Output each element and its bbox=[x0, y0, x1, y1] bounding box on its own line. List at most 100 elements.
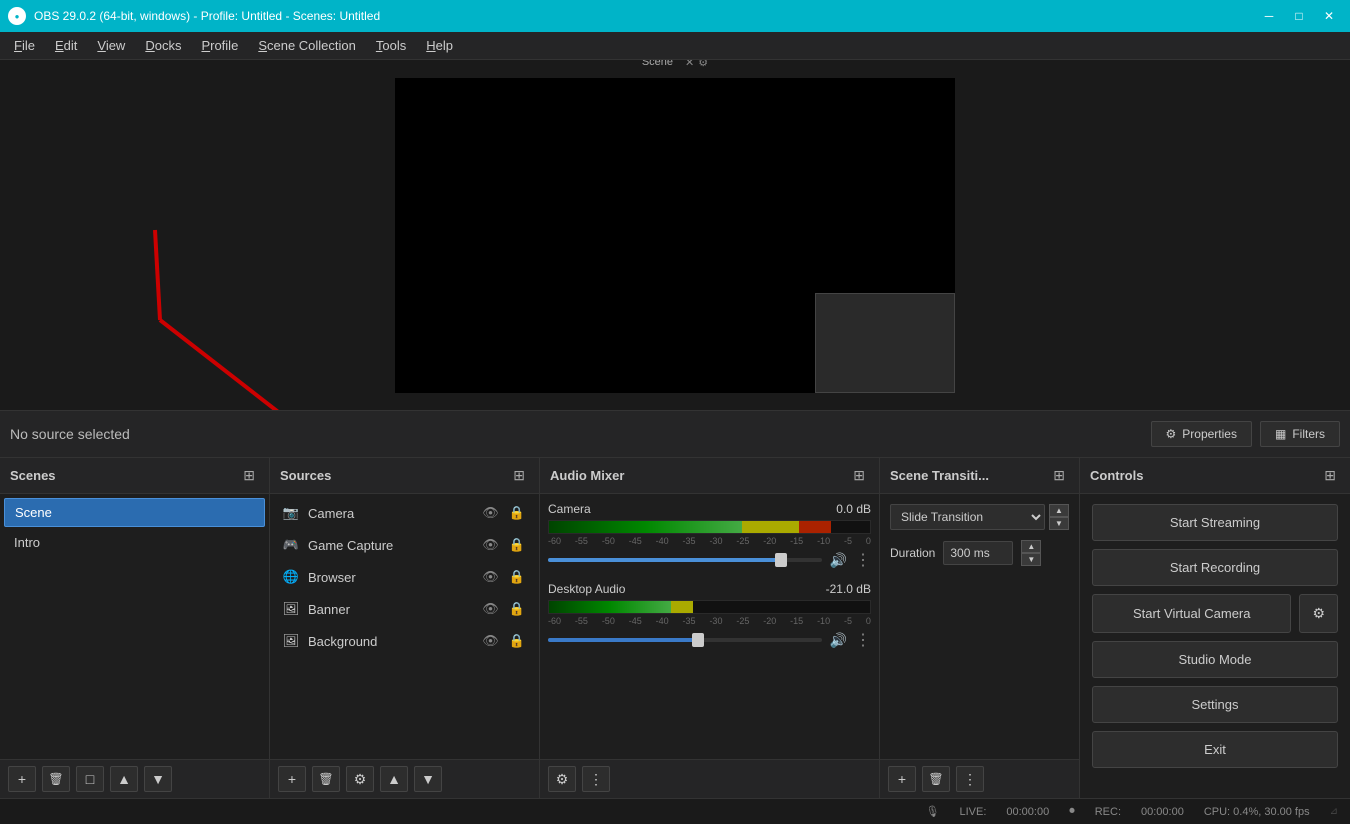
source-item-camera[interactable]: 📷 Camera 👁 🔒 bbox=[274, 498, 535, 528]
fader-thumb-desktop[interactable] bbox=[692, 633, 704, 647]
meter-yellow-camera bbox=[742, 521, 800, 533]
scenes-remove-btn[interactable]: 🗑 bbox=[42, 766, 70, 792]
audio-list: Camera 0.0 dB -60-55-50 -45-40-35 -30-25… bbox=[540, 494, 879, 759]
menu-view[interactable]: View bbox=[87, 34, 135, 57]
browser-visibility-btn[interactable]: 👁 bbox=[480, 568, 501, 586]
source-item-game-capture[interactable]: 🎮 Game Capture 👁 🔒 bbox=[274, 530, 535, 560]
source-controls-game-capture: 👁 🔒 bbox=[480, 536, 527, 554]
source-controls-banner: 👁 🔒 bbox=[480, 600, 527, 618]
filters-button[interactable]: ▦ Filters bbox=[1260, 421, 1340, 447]
menu-scene-collection[interactable]: Scene Collection bbox=[248, 34, 366, 57]
preview-close-btn[interactable]: ✕ bbox=[685, 60, 694, 69]
transitions-add-btn[interactable]: + bbox=[888, 766, 916, 792]
preview-settings-btn[interactable]: ⚙ bbox=[698, 60, 708, 69]
audio-fader-desktop[interactable] bbox=[548, 638, 822, 642]
sources-up-btn[interactable]: ▲ bbox=[380, 766, 408, 792]
fader-fill-desktop bbox=[548, 638, 698, 642]
source-item-background[interactable]: 🖼 Background 👁 🔒 bbox=[274, 626, 535, 656]
menu-tools[interactable]: Tools bbox=[366, 34, 416, 57]
background-visibility-btn[interactable]: 👁 bbox=[480, 632, 501, 650]
controls-panel-icon-btn[interactable]: ⊞ bbox=[1320, 465, 1340, 486]
audio-panel: Audio Mixer ⊞ Camera 0.0 dB bbox=[540, 458, 880, 798]
scene-item-intro[interactable]: Intro bbox=[4, 529, 265, 556]
camera-visibility-btn[interactable]: 👁 bbox=[480, 504, 501, 522]
source-item-browser[interactable]: 🌐 Browser 👁 🔒 bbox=[274, 562, 535, 592]
transitions-remove-btn[interactable]: 🗑 bbox=[922, 766, 950, 792]
studio-mode-button[interactable]: Studio Mode bbox=[1092, 641, 1338, 678]
sources-remove-btn[interactable]: 🗑 bbox=[312, 766, 340, 792]
properties-button[interactable]: ⚙ Properties bbox=[1151, 421, 1252, 447]
audio-panel-icon-btn[interactable]: ⊞ bbox=[849, 465, 869, 486]
audio-track-desktop: Desktop Audio -21.0 dB -60-55-50 -45-40-… bbox=[548, 582, 871, 650]
start-streaming-button[interactable]: Start Streaming bbox=[1092, 504, 1338, 541]
transition-spinner-down[interactable]: ▼ bbox=[1049, 517, 1069, 530]
menu-file[interactable]: File bbox=[4, 34, 45, 57]
fader-thumb-camera[interactable] bbox=[775, 553, 787, 567]
duration-spinner: ▲ ▼ bbox=[1021, 540, 1041, 566]
game-capture-visibility-btn[interactable]: 👁 bbox=[480, 536, 501, 554]
source-name-game-capture: Game Capture bbox=[308, 538, 472, 553]
transitions-panel-footer: + 🗑 ⋮ bbox=[880, 759, 1079, 798]
scenes-panel-icon-btn[interactable]: ⊞ bbox=[239, 465, 259, 486]
controls-panel-title: Controls bbox=[1090, 468, 1143, 483]
sources-down-btn[interactable]: ▼ bbox=[414, 766, 442, 792]
transition-spinner-up[interactable]: ▲ bbox=[1049, 504, 1069, 517]
duration-input[interactable] bbox=[943, 541, 1013, 565]
sources-settings-btn[interactable]: ⚙ bbox=[346, 766, 374, 792]
resize-grip: ⊿ bbox=[1330, 806, 1338, 817]
audio-settings-btn[interactable]: ⚙ bbox=[548, 766, 576, 792]
audio-track-camera-header: Camera 0.0 dB bbox=[548, 502, 871, 516]
obs-logo-text: ● bbox=[15, 12, 20, 21]
sources-panel-icon-btn[interactable]: ⊞ bbox=[509, 465, 529, 486]
scenes-duplicate-btn[interactable]: □ bbox=[76, 766, 104, 792]
audio-panel-title: Audio Mixer bbox=[550, 468, 624, 483]
maximize-button[interactable]: □ bbox=[1286, 6, 1312, 26]
scene-item-scene[interactable]: Scene bbox=[4, 498, 265, 527]
audio-more-options-btn[interactable]: ⋮ bbox=[582, 766, 610, 792]
banner-visibility-btn[interactable]: 👁 bbox=[480, 600, 501, 618]
duration-spinner-up[interactable]: ▲ bbox=[1021, 540, 1041, 553]
transitions-more-btn[interactable]: ⋮ bbox=[956, 766, 984, 792]
transition-duration-row: Duration ▲ ▼ bbox=[890, 540, 1069, 566]
source-controls-camera: 👁 🔒 bbox=[480, 504, 527, 522]
background-lock-btn[interactable]: 🔒 bbox=[507, 632, 527, 650]
scenes-down-btn[interactable]: ▼ bbox=[144, 766, 172, 792]
source-item-banner[interactable]: 🖼 Banner 👁 🔒 bbox=[274, 594, 535, 624]
scenes-up-btn[interactable]: ▲ bbox=[110, 766, 138, 792]
controls-panel-header: Controls ⊞ bbox=[1080, 458, 1350, 494]
audio-panel-actions: ⊞ bbox=[849, 465, 869, 486]
duration-spinner-down[interactable]: ▼ bbox=[1021, 553, 1041, 566]
scenes-add-btn[interactable]: + bbox=[8, 766, 36, 792]
audio-track-camera: Camera 0.0 dB -60-55-50 -45-40-35 -30-25… bbox=[548, 502, 871, 570]
transition-type-select[interactable]: Slide Transition Fade Cut bbox=[890, 504, 1045, 530]
fader-fill-camera bbox=[548, 558, 781, 562]
game-capture-lock-btn[interactable]: 🔒 bbox=[507, 536, 527, 554]
camera-mute-btn[interactable]: 🔊 bbox=[830, 552, 847, 569]
transitions-panel-icon-btn[interactable]: ⊞ bbox=[1049, 465, 1069, 486]
virtual-camera-settings-btn[interactable]: ⚙ bbox=[1299, 594, 1338, 633]
sources-add-btn[interactable]: + bbox=[278, 766, 306, 792]
sources-panel-actions: ⊞ bbox=[509, 465, 529, 486]
desktop-more-btn[interactable]: ⋮ bbox=[855, 630, 871, 650]
settings-button[interactable]: Settings bbox=[1092, 686, 1338, 723]
browser-lock-btn[interactable]: 🔒 bbox=[507, 568, 527, 586]
menu-edit[interactable]: Edit bbox=[45, 34, 87, 57]
menu-help[interactable]: Help bbox=[416, 34, 463, 57]
menu-profile[interactable]: Profile bbox=[191, 34, 248, 57]
menu-docks[interactable]: Docks bbox=[135, 34, 191, 57]
start-virtual-camera-button[interactable]: Start Virtual Camera bbox=[1092, 594, 1291, 633]
exit-button[interactable]: Exit bbox=[1092, 731, 1338, 768]
scenes-panel-actions: ⊞ bbox=[239, 465, 259, 486]
camera-more-btn[interactable]: ⋮ bbox=[855, 550, 871, 570]
start-recording-button[interactable]: Start Recording bbox=[1092, 549, 1338, 586]
desktop-mute-btn[interactable]: 🔊 bbox=[830, 632, 847, 649]
cpu-label: CPU: 0.4%, 30.00 fps bbox=[1204, 806, 1310, 818]
camera-lock-btn[interactable]: 🔒 bbox=[507, 504, 527, 522]
audio-fader-camera[interactable] bbox=[548, 558, 822, 562]
meter-green-desktop bbox=[549, 601, 671, 613]
transitions-panel-title: Scene Transiti... bbox=[890, 468, 989, 483]
minimize-button[interactable]: ─ bbox=[1256, 6, 1282, 26]
banner-lock-btn[interactable]: 🔒 bbox=[507, 600, 527, 618]
close-button[interactable]: ✕ bbox=[1316, 6, 1342, 26]
scenes-panel-header: Scenes ⊞ bbox=[0, 458, 269, 494]
